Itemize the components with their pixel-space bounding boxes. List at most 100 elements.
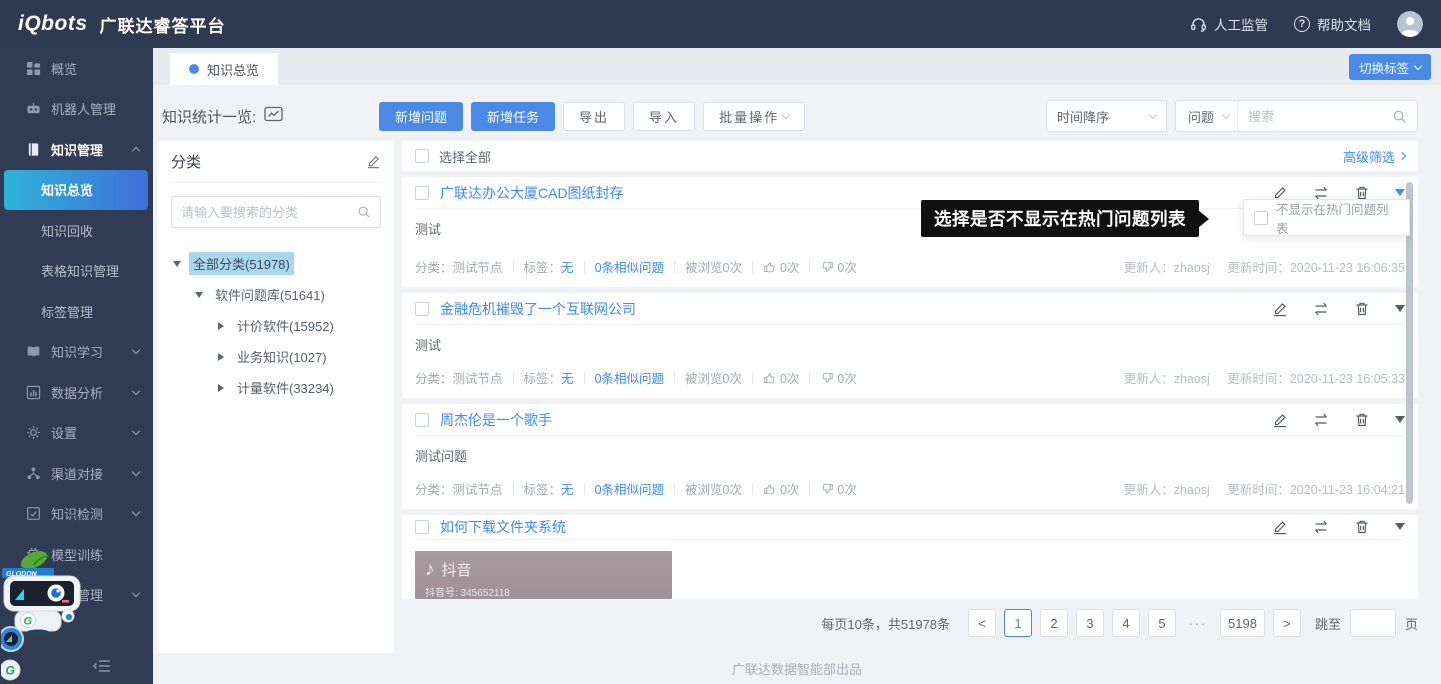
question-checkbox[interactable] — [415, 302, 429, 316]
question-title-link[interactable]: 金融危机摧毁了一个互联网公司 — [440, 299, 636, 319]
select-all-checkbox[interactable] — [415, 149, 429, 163]
tree-node-measurement-software[interactable]: 计量软件(33234) — [171, 372, 381, 403]
new-question-button[interactable]: 新增问题 — [379, 102, 463, 131]
collapse-sidebar-icon[interactable] — [92, 658, 112, 674]
similar-questions-link[interactable]: 0条相似问题 — [595, 479, 664, 498]
more-caret-icon[interactable] — [1395, 416, 1405, 423]
question-checkbox[interactable] — [415, 186, 429, 200]
batch-operation-button[interactable]: 批量操作 — [703, 102, 805, 131]
sidebar-item-knowledge-mgmt[interactable]: 知识管理 — [0, 129, 153, 170]
caret-down-icon[interactable] — [171, 261, 183, 267]
headset-icon — [1190, 17, 1207, 32]
switch-tag-button[interactable]: 切换标签 — [1349, 54, 1431, 80]
update-info: 更新人：zhaosj 更新时间：2020-11-23 16:04:21 — [1124, 479, 1405, 498]
update-time-value: 2020-11-23 16:06:35 — [1290, 261, 1405, 275]
gear-icon — [26, 425, 41, 440]
question-title-link[interactable]: 广联达办公大厦CAD图纸封存 — [440, 183, 624, 203]
caret-right-icon[interactable] — [215, 384, 227, 392]
edit-category-icon[interactable] — [366, 154, 381, 169]
hide-hot-checkbox[interactable] — [1254, 211, 1268, 225]
meta-category-label: 分类： — [415, 257, 453, 276]
tree-node-all[interactable]: 全部分类(51978) — [171, 248, 381, 279]
page-button-1[interactable]: 1 — [1004, 609, 1032, 637]
question-title-link[interactable]: 周杰伦是一个歌手 — [440, 410, 552, 430]
sidebar-item-settings[interactable]: 设置 — [0, 413, 153, 454]
search-combo: 问题 — [1175, 100, 1418, 132]
transfer-icon[interactable] — [1313, 301, 1329, 317]
user-avatar[interactable] — [1397, 11, 1423, 37]
sort-order-select[interactable]: 时间降序 — [1046, 100, 1167, 132]
next-page-button[interactable]: > — [1273, 609, 1301, 637]
page-button-2[interactable]: 2 — [1040, 609, 1068, 637]
search-icon[interactable] — [1392, 109, 1407, 124]
meta-tag-value[interactable]: 无 — [561, 257, 574, 276]
export-button[interactable]: 导出 — [563, 102, 625, 131]
page-button-last[interactable]: 5198 — [1220, 609, 1265, 637]
help-doc-link[interactable]: 帮助文档 — [1294, 14, 1371, 34]
tab-knowledge-overview[interactable]: 知识总览 — [170, 53, 278, 85]
search-field-select[interactable]: 问题 — [1176, 101, 1238, 131]
sidebar-item-table-knowledge[interactable]: 表格知识管理 — [0, 251, 153, 292]
search-field-value: 问题 — [1188, 107, 1214, 126]
update-time-label: 更新时间： — [1227, 261, 1290, 275]
tree-node-business-knowledge[interactable]: 业务知识(1027) — [171, 341, 381, 372]
delete-icon[interactable] — [1354, 519, 1370, 535]
search-input[interactable] — [1238, 109, 1392, 124]
sidebar-item-knowledge-learning[interactable]: 知识学习 — [0, 332, 153, 373]
book-icon — [26, 142, 41, 157]
thumbs-up-icon — [763, 482, 777, 496]
sidebar-item-knowledge-check[interactable]: 知识检测 — [0, 494, 153, 535]
advanced-filter-link[interactable]: 高级筛选 — [1343, 147, 1405, 166]
prev-page-button[interactable]: < — [968, 609, 996, 637]
jump-page-input[interactable] — [1350, 609, 1396, 637]
caret-down-icon[interactable] — [193, 292, 205, 298]
page-button-3[interactable]: 3 — [1076, 609, 1104, 637]
edit-icon[interactable] — [1272, 519, 1288, 535]
search-icon[interactable] — [357, 205, 371, 219]
sidebar-label: 标签管理 — [41, 302, 93, 321]
category-title: 分类 — [171, 151, 201, 172]
similar-questions-link[interactable]: 0条相似问题 — [595, 257, 664, 276]
meta-tag-value[interactable]: 无 — [561, 368, 574, 387]
page-button-4[interactable]: 4 — [1112, 609, 1140, 637]
delete-icon[interactable] — [1354, 412, 1370, 428]
tree-node-pricing-software[interactable]: 计价软件(15952) — [171, 310, 381, 341]
category-search-input[interactable] — [181, 205, 357, 220]
sidebar-item-knowledge-recycle[interactable]: 知识回收 — [0, 210, 153, 251]
page-button-5[interactable]: 5 — [1148, 609, 1176, 637]
caret-right-icon[interactable] — [215, 353, 227, 361]
sidebar-item-knowledge-overview[interactable]: 知识总览 — [4, 170, 148, 211]
question-title-link[interactable]: 如何下载文件夹系统 — [440, 517, 566, 537]
edit-icon[interactable] — [1272, 301, 1288, 317]
sidebar-item-channel[interactable]: 渠道对接 — [0, 453, 153, 494]
line-chart-icon[interactable] — [264, 106, 283, 126]
sidebar-item-robot-mgmt[interactable]: 机器人管理 — [0, 89, 153, 130]
new-task-button[interactable]: 新增任务 — [471, 102, 555, 131]
sidebar-label: 机器人管理 — [51, 99, 116, 118]
import-button[interactable]: 导入 — [633, 102, 695, 131]
chevron-down-icon — [132, 468, 140, 476]
bar-chart-icon — [26, 385, 41, 400]
more-caret-icon[interactable] — [1395, 523, 1405, 530]
question-checkbox[interactable] — [415, 520, 429, 534]
transfer-icon[interactable] — [1313, 519, 1329, 535]
sidebar-item-data-analysis[interactable]: 数据分析 — [0, 372, 153, 413]
question-body: 测试问题 — [415, 446, 1405, 465]
edit-icon[interactable] — [1272, 412, 1288, 428]
manual-monitor-link[interactable]: 人工监管 — [1190, 14, 1268, 34]
pagination-ellipsis[interactable]: ··· — [1184, 609, 1212, 637]
more-caret-icon[interactable] — [1395, 305, 1405, 312]
similar-questions-link[interactable]: 0条相似问题 — [595, 368, 664, 387]
transfer-icon[interactable] — [1313, 412, 1329, 428]
glodon-mascot[interactable]: GLODON G — [2, 548, 98, 637]
question-checkbox[interactable] — [415, 413, 429, 427]
sidebar-item-tag-mgmt[interactable]: 标签管理 — [0, 291, 153, 332]
sidebar-item-overview[interactable]: 概览 — [0, 48, 153, 89]
footer-credit: 广联达数据智能部出品 — [153, 659, 1441, 678]
caret-right-icon[interactable] — [215, 322, 227, 330]
tree-node-software-issues[interactable]: 软件问题库(51641) — [171, 279, 381, 310]
more-caret-icon[interactable] — [1395, 189, 1405, 196]
delete-icon[interactable] — [1354, 301, 1370, 317]
chevron-right-icon — [1398, 152, 1406, 160]
meta-tag-value[interactable]: 无 — [561, 479, 574, 498]
